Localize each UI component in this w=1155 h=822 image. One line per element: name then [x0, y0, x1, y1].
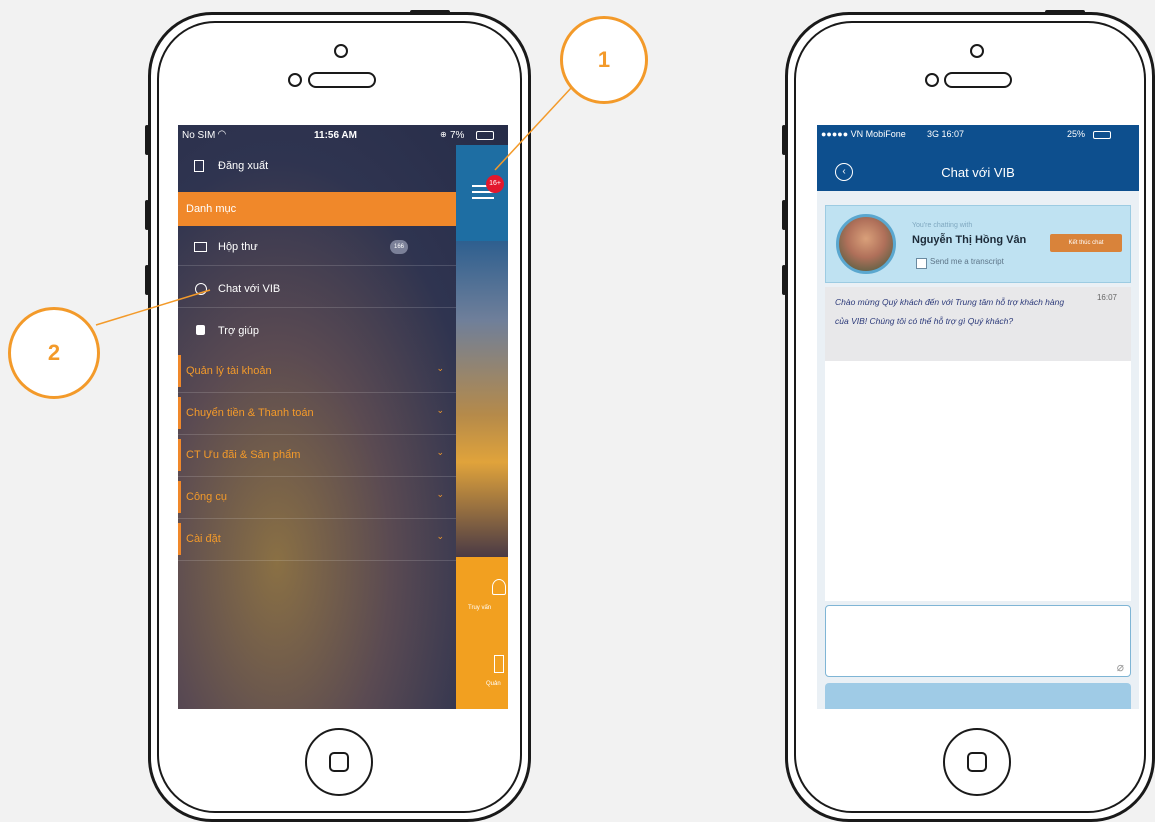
divider — [178, 265, 456, 266]
chat-label: Chat với VIB — [218, 283, 281, 295]
category-header-label: Danh mục — [186, 203, 237, 215]
quick-actions-panel: Truy vấn Quản — [456, 557, 508, 709]
phone-mute-switch — [145, 125, 149, 155]
category-transfer-payment[interactable]: Chuyển tiền & Thanh toán ⌄ — [178, 393, 456, 433]
category-tools[interactable]: Công cụ ⌄ — [178, 477, 456, 517]
inquiry-label[interactable]: Truy vấn — [468, 605, 491, 611]
battery-percent: 25% — [1067, 129, 1086, 139]
home-panel-peek: 16+ Truy vấn Quản — [456, 145, 508, 709]
front-camera-icon — [334, 44, 348, 58]
battery-icon — [1093, 131, 1111, 139]
category-header: Danh mục — [178, 192, 456, 226]
chevron-down-icon: ⌄ — [436, 447, 444, 457]
home-header: 16+ — [456, 145, 508, 241]
phone-volume-down — [145, 265, 149, 295]
category-label: Cài đặt — [186, 533, 221, 545]
speaker-grille — [308, 72, 376, 88]
attachment-icon[interactable]: ⌀ — [1117, 660, 1124, 674]
phone-power-button — [410, 10, 450, 14]
logout-item[interactable]: Đăng xuất — [178, 155, 456, 179]
welcome-message: Chào mừng Quý khách đến với Trung tâm hỗ… — [825, 287, 1131, 361]
sidebar-item-help[interactable]: Trợ giúp — [178, 319, 456, 345]
category-settings[interactable]: Cài đặt ⌄ — [178, 519, 456, 559]
category-label: Quản lý tài khoản — [186, 365, 272, 377]
menu-screen: No SIM ◠ 11:56 AM 7% ⊕ 16+ Truy vấn Quản… — [178, 125, 508, 709]
transcript-checkbox[interactable] — [916, 258, 927, 269]
chat-screen: ●●●●● VN MobiFone 3G 16:07 25% ‹ Chat vớ… — [817, 125, 1139, 709]
chevron-down-icon: ⌄ — [436, 363, 444, 373]
divider — [178, 307, 456, 308]
callout-number: 2 — [47, 340, 61, 365]
manage-icon[interactable] — [494, 655, 504, 673]
message-input[interactable]: ⌀ — [825, 605, 1131, 677]
clock-text: 11:56 AM — [314, 130, 357, 141]
carrier-text: ●●●●● VN MobiFone — [821, 129, 906, 139]
phone-volume-up — [782, 200, 786, 230]
help-icon — [196, 325, 205, 335]
chatting-with-label: You're chatting with — [912, 222, 973, 229]
rotation-lock-icon: ⊕ — [440, 130, 447, 139]
wifi-icon: ◠ — [198, 129, 227, 140]
page-title: Chat với VIB — [941, 165, 1015, 180]
phone-volume-down — [782, 265, 786, 295]
message-text: Chào mừng Quý khách đến với Trung tâm hỗ… — [835, 297, 1065, 326]
message-timestamp: 16:07 — [1096, 293, 1117, 302]
send-bar[interactable] — [825, 683, 1131, 709]
manage-label[interactable]: Quản — [486, 681, 501, 687]
chat-header: ●●●●● VN MobiFone 3G 16:07 25% ‹ Chat vớ… — [817, 125, 1139, 191]
category-account-management[interactable]: Quản lý tài khoản ⌄ — [178, 351, 456, 391]
chat-icon — [195, 283, 207, 295]
phone-power-button — [1045, 10, 1085, 14]
inbox-count-badge: 166 — [390, 240, 408, 254]
agent-name: Nguyễn Thị Hồng Vân — [912, 234, 1027, 246]
category-label: CT Ưu đãi & Sản phẩm — [186, 449, 301, 461]
sensor-dot-icon — [288, 73, 302, 87]
callout-number: 1 — [597, 47, 611, 72]
chat-history — [825, 361, 1131, 601]
chevron-down-icon: ⌄ — [436, 405, 444, 415]
user-icon[interactable] — [492, 579, 506, 595]
category-label: Chuyển tiền & Thanh toán — [186, 407, 314, 419]
city-banner-image — [456, 241, 508, 557]
transcript-label: Send me a transcript — [930, 257, 1004, 266]
callout-badge-1: 1 — [560, 16, 648, 104]
logout-label: Đăng xuất — [218, 160, 269, 172]
battery-icon — [476, 131, 494, 140]
category-label: Công cụ — [186, 491, 227, 503]
sensor-dot-icon — [925, 73, 939, 87]
agent-card: You're chatting with Nguyễn Thị Hồng Vân… — [825, 205, 1131, 283]
logout-icon — [194, 160, 204, 172]
help-label: Trợ giúp — [218, 325, 260, 337]
phone-mute-switch — [782, 125, 786, 155]
speaker-grille — [944, 72, 1012, 88]
divider — [178, 560, 456, 561]
category-offers-products[interactable]: CT Ưu đãi & Sản phẩm ⌄ — [178, 435, 456, 475]
avatar — [836, 214, 896, 274]
phone-volume-up — [145, 200, 149, 230]
callout-badge-2: 2 — [8, 307, 100, 399]
chevron-down-icon: ⌄ — [436, 531, 444, 541]
battery-percent: 7% — [450, 130, 465, 141]
end-chat-button[interactable]: Kết thúc chat — [1050, 234, 1122, 252]
notification-badge: 16+ — [486, 175, 504, 193]
sidebar-item-inbox[interactable]: Hộp thư — [178, 235, 456, 261]
inbox-label: Hộp thư — [218, 241, 258, 253]
mail-icon — [194, 242, 207, 252]
chevron-down-icon: ⌄ — [436, 489, 444, 499]
network-time-text: 3G 16:07 — [927, 129, 965, 139]
status-bar: No SIM ◠ 11:56 AM 7% ⊕ — [178, 125, 508, 145]
home-button[interactable] — [943, 728, 1011, 796]
front-camera-icon — [970, 44, 984, 58]
home-button[interactable] — [305, 728, 373, 796]
sidebar-item-chat[interactable]: Chat với VIB — [178, 277, 456, 303]
